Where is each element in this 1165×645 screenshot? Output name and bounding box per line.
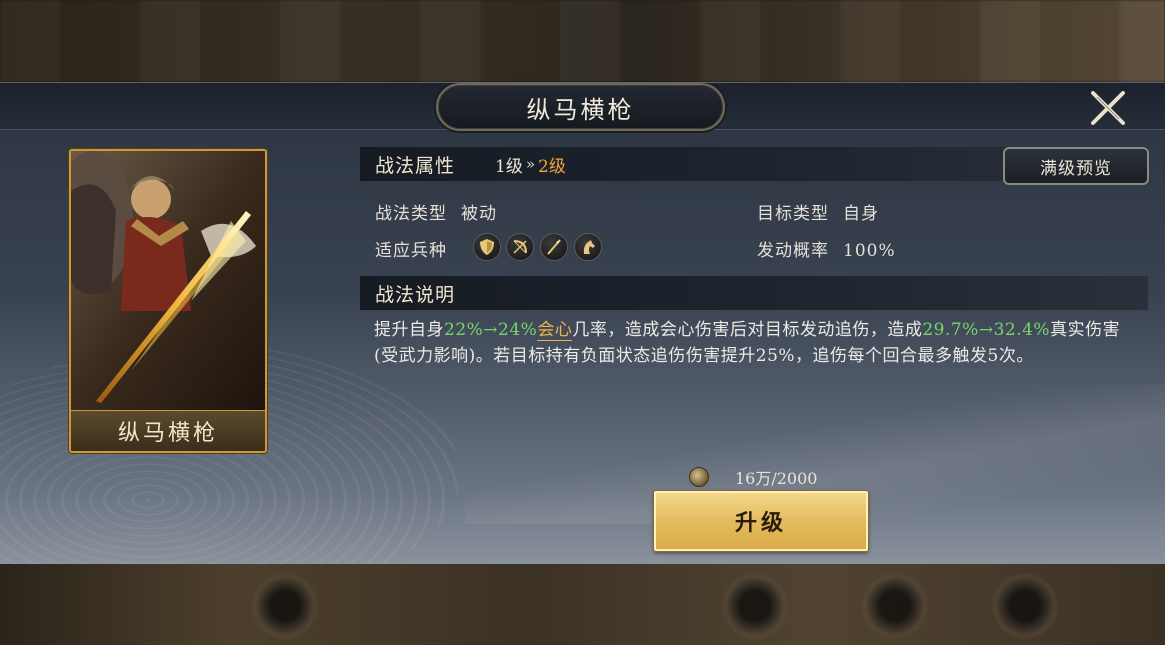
crit-rate-change: 22%→24% xyxy=(444,320,538,340)
crit-keyword-link[interactable]: 会心 xyxy=(537,320,573,341)
attributes-title: 战法属性 xyxy=(375,154,456,177)
tactic-dialog: 纵马横枪 纵马横枪 战法属性 1级 » 2级 满级预览 战法类型 被动 目标类型… xyxy=(0,82,1165,564)
trigger-chance-row: 发动概率 100% xyxy=(757,236,896,261)
background-top xyxy=(0,0,1165,82)
card-illustration xyxy=(71,151,265,411)
description-title: 战法说明 xyxy=(375,283,456,306)
close-button[interactable] xyxy=(1086,89,1130,127)
card-name: 纵马横枪 xyxy=(71,410,265,451)
target-type-row: 目标类型 自身 xyxy=(757,199,879,224)
title-plate: 纵马横枪 xyxy=(436,83,725,131)
trigger-chance-value: 100% xyxy=(843,241,896,261)
background-shape xyxy=(990,571,1060,641)
shield-troop-icon[interactable] xyxy=(473,233,501,261)
troops-label: 适应兵种 xyxy=(375,241,447,261)
target-type-value: 自身 xyxy=(843,204,879,224)
desc-text-1: 提升自身 xyxy=(374,320,444,340)
background-bottom xyxy=(0,563,1165,645)
dialog-title: 纵马横枪 xyxy=(526,95,635,124)
level-arrow: » xyxy=(525,155,536,173)
tactic-type-row: 战法类型 被动 xyxy=(375,199,497,224)
background-shape xyxy=(860,571,930,641)
bow-troop-icon[interactable] xyxy=(506,233,534,261)
desc-text-2: 几率，造成会心伤害后对目标发动追伤，造成 xyxy=(572,320,923,340)
damage-change: 29.7%→32.4% xyxy=(922,320,1051,340)
trigger-chance-label: 发动概率 xyxy=(757,241,829,261)
tactic-type-value: 被动 xyxy=(461,204,497,224)
upgrade-button[interactable]: 升级 xyxy=(654,491,868,551)
level-to: 2级 xyxy=(538,156,566,177)
close-x-icon xyxy=(1091,91,1125,125)
level-from: 1级 xyxy=(495,156,523,177)
tactic-description: 提升自身22%→24%会心几率，造成会心伤害后对目标发动追伤，造成29.7%→3… xyxy=(374,317,1136,369)
max-level-preview-button[interactable]: 满级预览 xyxy=(1003,147,1149,185)
spear-troop-icon[interactable] xyxy=(540,233,568,261)
upgrade-cost: 16万/2000 xyxy=(689,466,817,488)
background-shape xyxy=(720,571,790,641)
coin-icon xyxy=(689,467,709,487)
description-header: 战法说明 xyxy=(360,276,1148,310)
tactic-card[interactable]: 纵马横枪 xyxy=(69,149,267,453)
background-shape xyxy=(250,571,320,641)
horse-troop-icon[interactable] xyxy=(574,233,602,261)
tactic-type-label: 战法类型 xyxy=(375,204,447,224)
target-type-label: 目标类型 xyxy=(757,204,829,224)
cost-text: 16万/2000 xyxy=(735,469,818,488)
